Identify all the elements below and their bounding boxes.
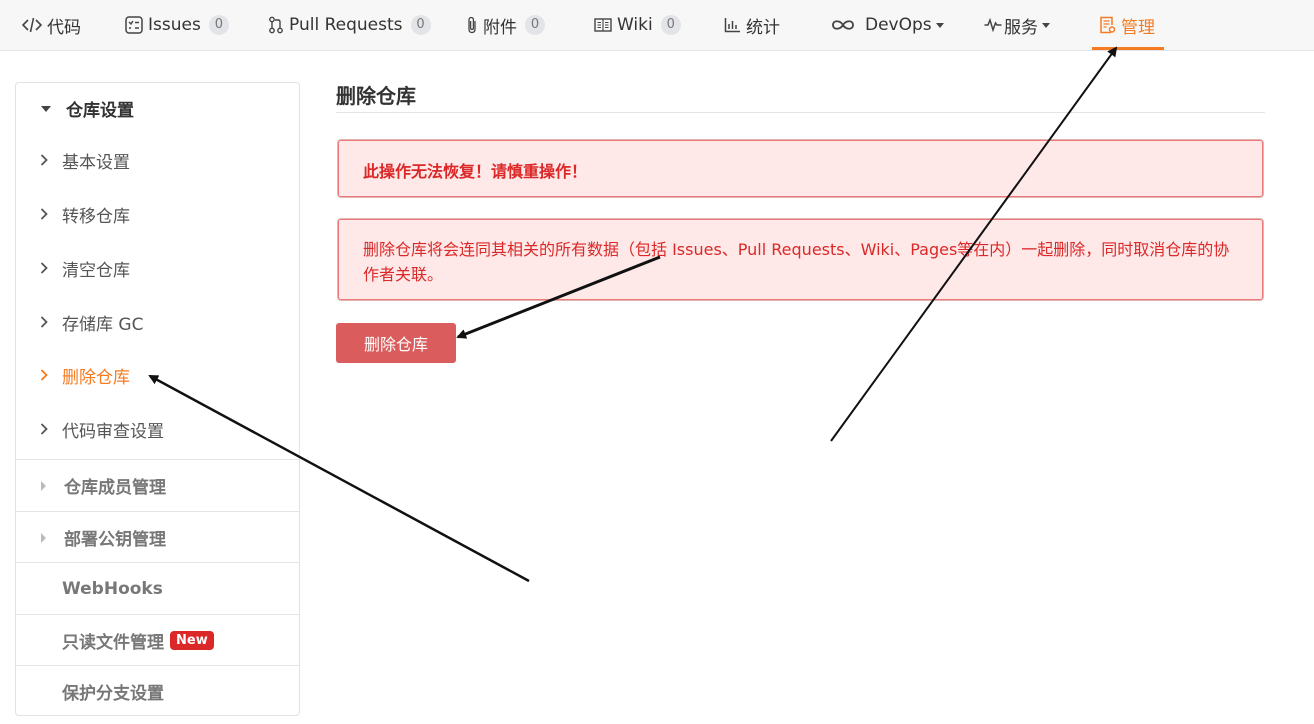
- new-badge: New: [170, 631, 214, 650]
- sidebar-item-label: 只读文件管理: [62, 633, 164, 653]
- tab-code[interactable]: 代码: [22, 0, 81, 50]
- caret-down-icon: [41, 105, 51, 112]
- sidebar-group-label: 部署公钥管理: [64, 530, 166, 550]
- sidebar-group-deploy-keys[interactable]: 部署公钥管理: [16, 512, 299, 563]
- sidebar-item-delete-repo[interactable]: 删除仓库: [16, 355, 299, 395]
- sidebar-group-members[interactable]: 仓库成员管理: [16, 460, 299, 511]
- tab-attachments[interactable]: 附件 0: [466, 0, 545, 50]
- sidebar-item-label: 删除仓库: [62, 367, 130, 388]
- tab-label: 代码: [47, 17, 81, 38]
- sidebar-item-label: 保护分支设置: [62, 684, 164, 704]
- code-icon: [22, 17, 42, 33]
- chevron-down-icon: [935, 22, 944, 28]
- sidebar-item-label: 基本设置: [62, 152, 130, 173]
- tab-manage[interactable]: 管理: [1099, 0, 1155, 50]
- sidebar-item-label: 存储库 GC: [62, 314, 144, 335]
- tab-wiki[interactable]: Wiki 0: [594, 0, 681, 50]
- chevron-down-icon: [1042, 22, 1050, 28]
- sidebar-item-label: 代码审查设置: [62, 421, 164, 442]
- caret-right-icon: [41, 532, 46, 543]
- tab-label: 附件: [483, 17, 517, 38]
- chevron-right-icon: [40, 369, 58, 381]
- delete-description-message: 删除仓库将会连同其相关的所有数据（包括 Issues、Pull Requests…: [337, 218, 1264, 301]
- repo-nav-bar: 代码 Issues 0 Pull Requests 0 附件 0 Wiki 0 …: [0, 0, 1314, 51]
- settings-sidebar: 仓库设置 基本设置 转移仓库 清空仓库 存储库 GC 删除仓库 代码审查设置 仓…: [15, 82, 300, 716]
- sidebar-item-readonly-files[interactable]: 只读文件管理 New: [16, 615, 299, 666]
- chevron-right-icon: [40, 423, 58, 435]
- warning-text: 此操作无法恢复！请慎重操作！: [363, 162, 588, 181]
- tab-services[interactable]: 服务: [984, 0, 1050, 50]
- sidebar-item-webhooks[interactable]: WebHooks: [16, 563, 299, 614]
- tab-label: Wiki: [617, 15, 653, 35]
- sidebar-item-storage-gc[interactable]: 存储库 GC: [16, 302, 299, 342]
- chevron-right-icon: [40, 154, 58, 166]
- issues-count-badge: 0: [208, 15, 229, 35]
- settings-doc-icon: [1099, 16, 1116, 34]
- sidebar-item-basic-settings[interactable]: 基本设置: [16, 140, 299, 180]
- active-tab-indicator: [1092, 47, 1164, 50]
- tab-statistics[interactable]: 统计: [724, 0, 780, 50]
- delete-repo-button[interactable]: 删除仓库: [336, 323, 456, 363]
- issues-icon: [125, 16, 143, 34]
- pulse-icon: [984, 18, 1002, 32]
- tab-label: 统计: [746, 17, 780, 38]
- tab-label: Issues: [148, 15, 201, 35]
- sidebar-group-label: 仓库成员管理: [64, 478, 166, 498]
- sidebar-item-label: 清空仓库: [62, 260, 130, 281]
- paperclip-icon: [466, 16, 478, 34]
- sidebar-item-code-review-settings[interactable]: 代码审查设置: [16, 409, 299, 449]
- pull-request-icon: [268, 16, 284, 34]
- tab-label: Pull Requests: [289, 15, 403, 35]
- infinity-icon: [831, 18, 855, 32]
- tab-label: DevOps: [865, 15, 932, 35]
- tab-label: 管理: [1121, 17, 1155, 38]
- book-icon: [594, 17, 612, 33]
- warning-message: 此操作无法恢复！请慎重操作！: [337, 139, 1264, 198]
- chevron-right-icon: [40, 316, 58, 328]
- sidebar-item-clear-repo[interactable]: 清空仓库: [16, 248, 299, 288]
- wiki-count-badge: 0: [660, 15, 681, 35]
- tab-devops[interactable]: DevOps: [831, 0, 944, 50]
- caret-right-icon: [41, 480, 46, 491]
- divider: [336, 112, 1265, 113]
- attachments-count-badge: 0: [525, 15, 545, 35]
- tab-issues[interactable]: Issues 0: [125, 0, 229, 50]
- tab-pull-requests[interactable]: Pull Requests 0: [268, 0, 431, 50]
- sidebar-group-label: 仓库设置: [66, 101, 134, 121]
- chevron-right-icon: [40, 262, 58, 274]
- chevron-right-icon: [40, 208, 58, 220]
- pr-count-badge: 0: [410, 15, 431, 35]
- sidebar-item-label: WebHooks: [62, 578, 163, 599]
- sidebar-item-label: 转移仓库: [62, 206, 130, 227]
- page-title: 删除仓库: [336, 84, 416, 108]
- description-text: 删除仓库将会连同其相关的所有数据（包括 Issues、Pull Requests…: [363, 240, 1230, 284]
- tab-label: 服务: [1004, 17, 1038, 38]
- sidebar-item-transfer-repo[interactable]: 转移仓库: [16, 194, 299, 234]
- sidebar-item-branch-protection[interactable]: 保护分支设置: [16, 666, 299, 717]
- sidebar-group-repo-settings[interactable]: 仓库设置: [16, 83, 299, 134]
- bar-chart-icon: [724, 17, 741, 33]
